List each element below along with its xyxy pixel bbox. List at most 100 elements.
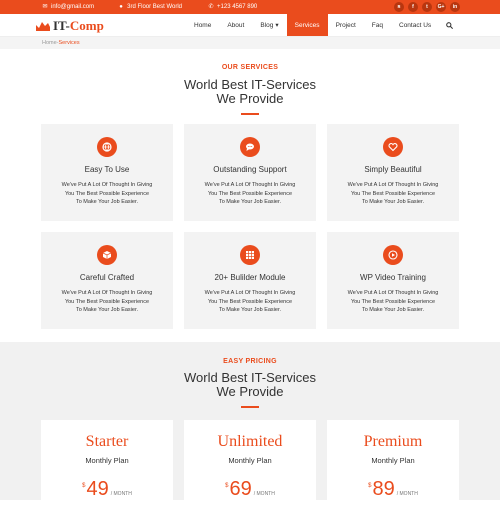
price-per: / MONTH: [253, 491, 275, 497]
service-desc-line: We've Put A Lot Of Thought In Giving: [347, 182, 439, 188]
service-title: WP Video Training: [360, 273, 426, 282]
plan-period: Monthly Plan: [371, 456, 415, 465]
service-card: Simply Beautiful We've Put A Lot Of Thou…: [327, 124, 459, 221]
service-desc-line: To Make Your Job Easier.: [361, 199, 425, 205]
pricing-header: EASY PRICING World Best IT-Services We P…: [0, 358, 500, 408]
logo-chart-icon: [36, 22, 50, 31]
twitter-icon[interactable]: t: [422, 2, 432, 12]
google-plus-icon[interactable]: G+: [436, 2, 446, 12]
service-desc-line: You The Best Possible Experience: [350, 298, 436, 305]
service-desc-line: We've Put A Lot Of Thought In Giving: [204, 290, 296, 296]
top-contact-bar: ✉ info@gmail.com ● 3rd Floor Best World …: [0, 0, 500, 14]
services-header: OUR SERVICES World Best IT-Services We P…: [0, 64, 500, 115]
service-desc-line: You The Best Possible Experience: [64, 190, 150, 197]
pricing-card: Unlimited Monthly Plan $ 69 / MONTH: [184, 420, 316, 510]
rss-icon[interactable]: ʀ: [394, 2, 404, 12]
service-desc-line: We've Put A Lot Of Thought In Giving: [204, 182, 296, 188]
service-desc-line: To Make Your Job Easier.: [218, 199, 282, 205]
plan-name: Starter: [85, 433, 129, 450]
nav-contact-us[interactable]: Contact Us: [391, 14, 439, 36]
logo-text-part-2: Comp: [69, 18, 104, 33]
price-amount: 89: [372, 478, 395, 500]
play-icon: [383, 245, 403, 265]
main-navbar: IT-Comp Home About Blog ▾ Services Proje…: [0, 14, 500, 37]
nav-project[interactable]: Project: [328, 14, 364, 36]
price-amount: 69: [229, 478, 252, 500]
linkedin-icon[interactable]: in: [450, 2, 460, 12]
facebook-icon[interactable]: f: [408, 2, 418, 12]
plan-period: Monthly Plan: [228, 456, 272, 465]
nav-faq[interactable]: Faq: [364, 14, 391, 36]
pricing-kicker: EASY PRICING: [223, 358, 277, 365]
service-card: Careful Crafted We've Put A Lot Of Thoug…: [41, 232, 173, 329]
service-description: We've Put A Lot Of Thought In Giving You…: [184, 181, 316, 207]
chevron-down-icon: ▾: [275, 22, 279, 29]
price-currency: $: [368, 483, 372, 489]
nav-services[interactable]: Services: [286, 14, 328, 36]
service-title: Outstanding Support: [213, 165, 287, 174]
nav-home[interactable]: Home: [186, 14, 219, 36]
service-card: WP Video Training We've Put A Lot Of Tho…: [327, 232, 459, 329]
pricing-card: Starter Monthly Plan $ 49 / MONTH: [41, 420, 173, 510]
services-title-line1: World Best IT-Services: [184, 77, 316, 92]
service-desc-line: You The Best Possible Experience: [207, 190, 293, 197]
pricing-title-line1: World Best IT-Services: [184, 370, 316, 385]
chat-icon: [240, 137, 260, 157]
service-card: 20+ Bulilder Module We've Put A Lot Of T…: [184, 232, 316, 329]
pricing-card: Premium Monthly Plan $ 89 / MONTH: [327, 420, 459, 510]
plan-name: Unlimited: [217, 433, 283, 450]
site-logo[interactable]: IT-Comp: [36, 18, 104, 34]
email-item[interactable]: ✉ info@gmail.com: [42, 4, 94, 10]
main-menu: Home About Blog ▾ Services Project Faq C…: [186, 14, 459, 36]
logo-text: IT-Comp: [53, 18, 104, 34]
phone-item[interactable]: ✆ +123 4567 890: [208, 4, 258, 10]
price-per: / MONTH: [110, 491, 132, 497]
price-currency: $: [225, 483, 229, 489]
search-glyph: [445, 21, 453, 29]
plan-name: Premium: [363, 433, 423, 450]
breadcrumb-current: Services: [58, 40, 80, 46]
services-kicker: OUR SERVICES: [221, 64, 279, 71]
service-description: We've Put A Lot Of Thought In Giving You…: [41, 181, 173, 207]
services-title: World Best IT-Services We Provide: [0, 78, 500, 106]
service-desc-line: You The Best Possible Experience: [350, 190, 436, 197]
service-card: Easy To Use We've Put A Lot Of Thought I…: [41, 124, 173, 221]
service-title: Careful Crafted: [79, 273, 135, 282]
location-pin-icon: ●: [119, 4, 123, 10]
service-desc-line: To Make Your Job Easier.: [75, 307, 139, 313]
service-title: 20+ Bulilder Module: [214, 273, 286, 282]
service-desc-line: We've Put A Lot Of Thought In Giving: [347, 290, 439, 296]
cube-icon: [97, 245, 117, 265]
service-desc-line: To Make Your Job Easier.: [218, 307, 282, 313]
phone-icon: ✆: [208, 4, 214, 10]
price-currency: $: [82, 483, 86, 489]
search-icon[interactable]: [439, 14, 459, 36]
service-description: We've Put A Lot Of Thought In Giving You…: [184, 289, 316, 315]
nav-about[interactable]: About: [219, 14, 252, 36]
pricing-title: World Best IT-Services We Provide: [0, 371, 500, 399]
plan-price: $ 69 / MONTH: [184, 479, 316, 499]
nav-blog-label: Blog: [260, 21, 274, 29]
service-title: Simply Beautiful: [364, 165, 422, 174]
service-desc-line: You The Best Possible Experience: [207, 298, 293, 305]
service-card: Outstanding Support We've Put A Lot Of T…: [184, 124, 316, 221]
breadcrumb-home[interactable]: Home: [42, 40, 57, 46]
heart-icon: [383, 137, 403, 157]
logo-text-part-1: IT-: [53, 18, 70, 33]
service-desc-line: We've Put A Lot Of Thought In Giving: [61, 290, 153, 296]
plan-price: $ 89 / MONTH: [327, 479, 459, 499]
pricing-section: EASY PRICING World Best IT-Services We P…: [0, 342, 500, 510]
phone-text: +123 4567 890: [217, 4, 258, 10]
service-description: We've Put A Lot Of Thought In Giving You…: [327, 181, 459, 207]
mail-icon: ✉: [42, 4, 48, 10]
service-title: Easy To Use: [84, 165, 130, 174]
service-desc-line: We've Put A Lot Of Thought In Giving: [61, 182, 153, 188]
nav-blog[interactable]: Blog ▾: [252, 14, 286, 36]
services-grid: Easy To Use We've Put A Lot Of Thought I…: [41, 124, 459, 329]
breadcrumb: Home - Services: [0, 37, 500, 49]
plan-price: $ 49 / MONTH: [41, 479, 173, 499]
address-text: 3rd Floor Best World: [127, 4, 183, 10]
grid-icon: [240, 245, 260, 265]
address-item: ● 3rd Floor Best World: [118, 4, 182, 10]
services-title-line2: We Provide: [216, 91, 284, 106]
